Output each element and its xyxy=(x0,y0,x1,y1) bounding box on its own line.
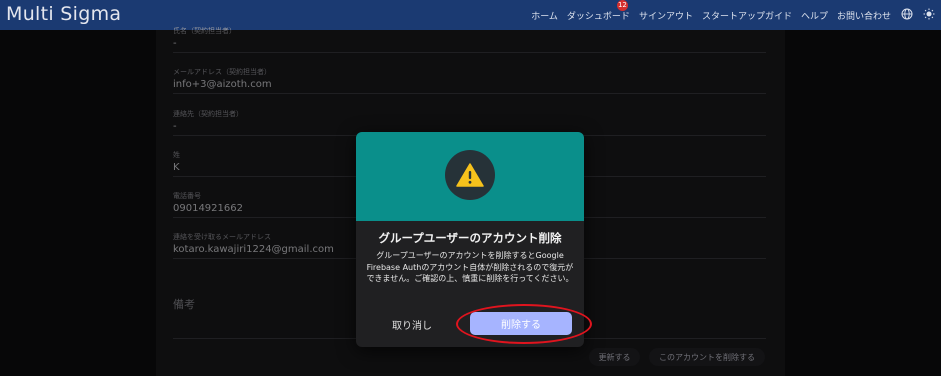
warning-icon xyxy=(445,150,495,200)
nav-home[interactable]: ホーム xyxy=(531,9,558,22)
nav-contact[interactable]: お問い合わせ xyxy=(837,9,891,22)
cancel-button[interactable]: 取り消し xyxy=(392,317,432,332)
nav-help[interactable]: ヘルプ xyxy=(801,9,828,22)
sun-icon[interactable] xyxy=(923,8,935,23)
globe-icon[interactable] xyxy=(901,8,913,23)
highlight-annotation xyxy=(456,304,592,344)
notification-badge: 12 xyxy=(616,0,628,11)
dialog-message: グループユーザーのアカウントを削除するとGoogle Firebase Auth… xyxy=(366,251,574,283)
brand-logo[interactable]: Multi Sigma xyxy=(6,3,121,25)
nav-startup-guide[interactable]: スタートアップガイド xyxy=(702,9,792,22)
nav-dashboard-label: ダッシュボード xyxy=(566,11,630,22)
nav-dashboard[interactable]: ダッシュボード 12 xyxy=(566,0,630,22)
nav-signout[interactable]: サインアウト xyxy=(639,9,693,22)
dialog-header xyxy=(356,132,584,221)
dialog-title: グループユーザーのアカウント削除 xyxy=(378,231,562,245)
